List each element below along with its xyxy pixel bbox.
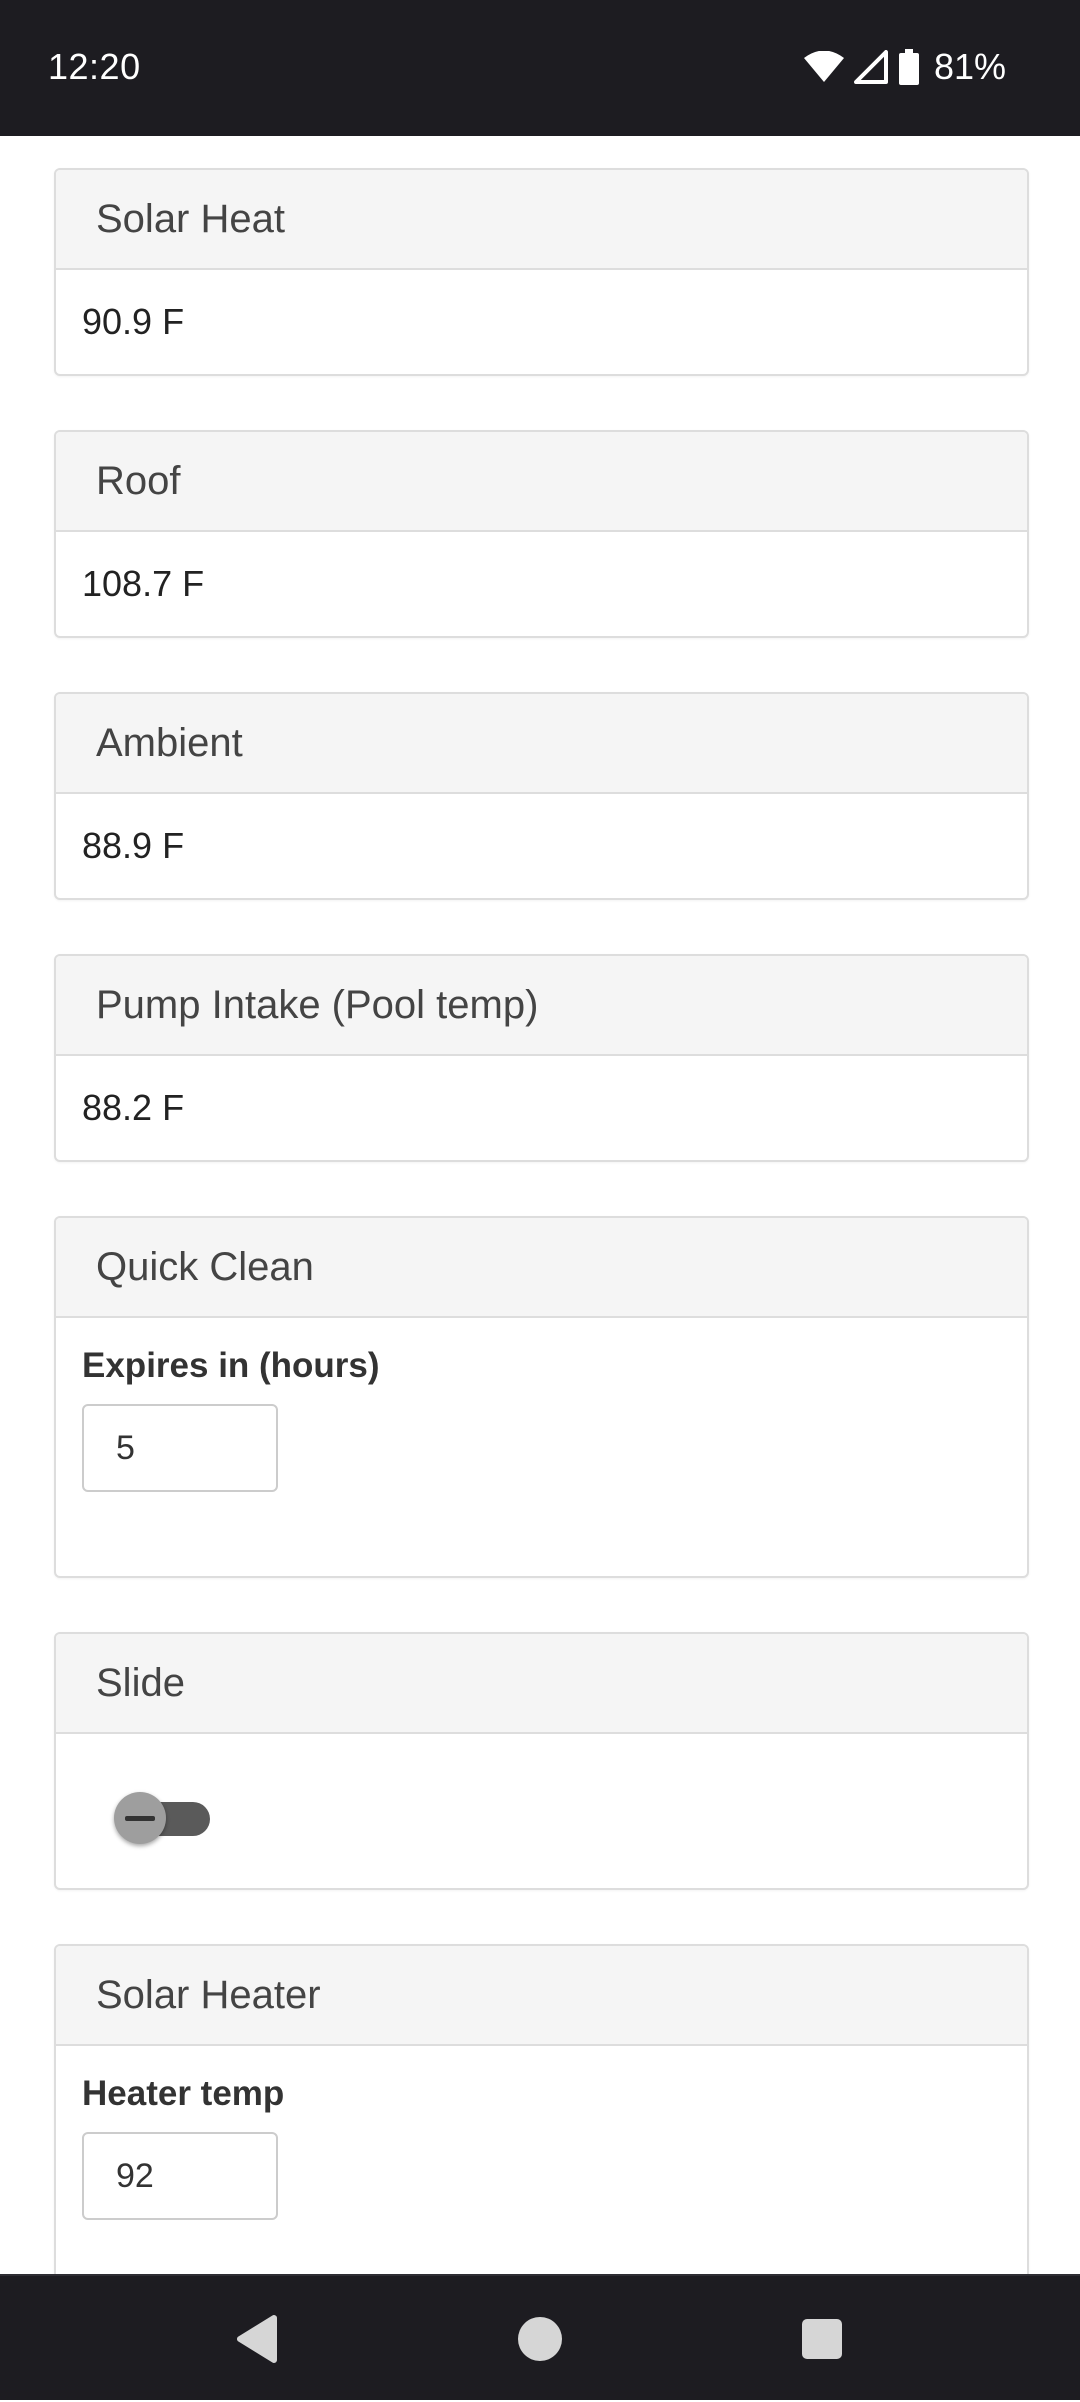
panel-solar-heat: Solar Heat 90.9 F [54,168,1029,376]
panel-title: Quick Clean [56,1218,1027,1318]
expires-label: Expires in (hours) [82,1346,380,1385]
back-icon[interactable] [196,2276,316,2402]
battery-percentage: 81% [933,46,1006,87]
minus-icon [125,1815,155,1821]
temperature-reading: 90.9 F [82,301,185,342]
main-content[interactable]: Solar Heat 90.9 F Roof 108.7 F Ambient 8… [0,136,1080,2274]
panel-solar-heater: Solar Heater Heater temp [54,1944,1029,2274]
battery-icon [898,49,920,85]
toggle-thumb [114,1792,166,1844]
cell-signal-icon [853,50,888,84]
panel-pump-intake: Pump Intake (Pool temp) 88.2 F [54,954,1029,1162]
status-icons: 81% [803,44,1006,90]
panel-ambient: Ambient 88.9 F [54,692,1029,900]
panel-title: Solar Heater [56,1946,1027,2046]
panel-slide: Slide [54,1632,1029,1890]
panel-title: Solar Heat [56,170,1027,270]
navigation-bar [0,2274,1080,2400]
wifi-icon [803,51,844,83]
panel-title: Ambient [56,694,1027,794]
heater-temp-input[interactable] [82,2132,278,2220]
expires-hours-input[interactable] [82,1404,278,1492]
panel-title: Pump Intake (Pool temp) [56,956,1027,1056]
recents-icon[interactable] [762,2276,882,2402]
temperature-reading: 88.2 F [82,1087,185,1128]
status-bar: 12:20 81% [0,0,1080,136]
status-time: 12:20 [48,46,141,87]
panel-title: Slide [56,1634,1027,1734]
panel-quick-clean: Quick Clean Expires in (hours) [54,1216,1029,1578]
panel-title: Roof [56,432,1027,532]
heater-temp-label: Heater temp [82,2074,285,2113]
panel-roof: Roof 108.7 F [54,430,1029,638]
temperature-reading: 88.9 F [82,825,185,866]
temperature-reading: 108.7 F [82,563,205,604]
slide-toggle[interactable] [114,1792,210,1844]
home-icon[interactable] [480,2276,600,2402]
